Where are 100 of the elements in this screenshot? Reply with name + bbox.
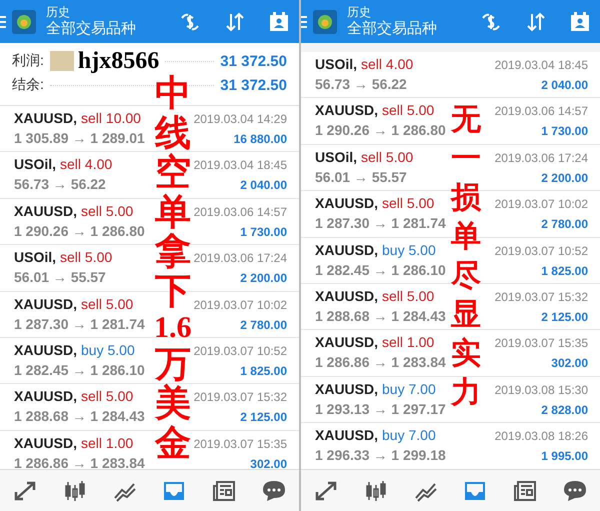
trade-time: 2019.03.06 17:24 (194, 251, 287, 266)
app-logo-icon (12, 10, 36, 34)
trade-symbol: XAUUSD, (315, 288, 378, 304)
currency-exchange-icon[interactable] (480, 12, 502, 32)
chat-icon[interactable] (262, 480, 286, 502)
trade-time: 2019.03.08 18:26 (494, 429, 588, 444)
trade-volume: sell 5.00 (382, 102, 434, 118)
inbox-icon[interactable] (162, 480, 186, 502)
trade-profit: 2 780.00 (240, 318, 287, 332)
trade-symbol: XAUUSD, (14, 296, 78, 312)
trade-time: 2019.03.07 10:02 (194, 298, 287, 312)
trade-volume: sell 4.00 (60, 156, 112, 172)
trade-volume: sell 5.00 (382, 195, 434, 212)
summary-value: 31 372.50 (220, 52, 287, 70)
trade-prices: 1 288.68 → 1 284.43 (315, 308, 446, 324)
trade-volume: sell 5.00 (60, 249, 112, 266)
symbol-filter[interactable]: 全部交易品种 (347, 20, 437, 38)
trade-symbol: XAUUSD, (315, 102, 378, 118)
trade-symbol: XAUUSD, (315, 334, 378, 350)
trade-symbol: XAUUSD, (315, 380, 378, 397)
candlestick-icon[interactable] (62, 480, 87, 502)
trade-time: 2019.03.06 17:24 (494, 150, 588, 165)
trade-time: 2019.03.07 15:35 (194, 436, 287, 451)
trade-prices: 1 287.30 → 1 281.74 (315, 215, 446, 232)
trade-volume: sell 1.00 (81, 434, 134, 451)
trade-volume: sell 5.00 (81, 388, 134, 404)
promo-text: 1.6 (154, 310, 192, 344)
trade-symbol: XAUUSD, (14, 342, 78, 358)
trade-profit: 2 040.00 (240, 178, 287, 192)
trade-time: 2019.03.07 15:32 (194, 390, 287, 404)
trade-prices: 56.73 → 56.22 (14, 176, 106, 192)
trade-time: 2019.03.07 10:52 (494, 244, 588, 258)
trade-symbol: USOil, (14, 156, 56, 172)
trade-volume: buy 5.00 (382, 242, 436, 258)
trade-profit: 2 040.00 (541, 78, 588, 92)
trade-profit: 2 200.00 (541, 170, 588, 185)
trade-arrows-icon[interactable] (314, 480, 338, 502)
trade-symbol: XAUUSD, (14, 388, 78, 404)
symbol-filter[interactable]: 全部交易品种 (46, 20, 136, 38)
sort-icon[interactable] (526, 12, 546, 32)
trade-volume: sell 5.00 (382, 288, 434, 304)
trade-profit: 1 825.00 (240, 364, 287, 378)
candlestick-icon[interactable] (364, 480, 388, 502)
trade-prices: 1 286.86 → 1 283.84 (315, 354, 446, 370)
trade-profit: 1 730.00 (541, 124, 588, 138)
trade-prices: 1 296.33 → 1 299.18 (315, 447, 446, 464)
trade-time: 2019.03.07 10:02 (494, 197, 588, 212)
trade-time: 2019.03.07 15:32 (494, 290, 588, 304)
summary-label: 结余: (12, 76, 44, 94)
trade-prices: 1 305.89 → 1 289.01 (14, 130, 145, 146)
calendar-person-icon[interactable] (570, 12, 590, 32)
trade-time: 2019.03.08 15:30 (494, 382, 588, 397)
newspaper-icon[interactable] (513, 480, 538, 502)
trade-symbol: USOil, (315, 56, 358, 72)
trade-symbol: XAUUSD, (14, 110, 78, 126)
trade-profit: 302.00 (250, 456, 287, 469)
trade-time: 2019.03.07 15:35 (494, 336, 588, 350)
contact-id-text: hjx8566 (78, 48, 160, 74)
trade-prices: 56.01 → 55.57 (315, 168, 407, 185)
sort-icon[interactable] (225, 12, 245, 32)
newspaper-icon[interactable] (212, 480, 236, 502)
promo-text: 中线空单拿下 (154, 73, 191, 311)
trade-prices: 1 293.13 → 1 297.17 (315, 400, 446, 417)
screen-title: 历史 (347, 6, 371, 20)
promo-text: 无一损单尽显实力 (451, 102, 481, 411)
trade-prices: 1 287.30 → 1 281.74 (14, 316, 145, 332)
promo-text: 万美金 (154, 344, 191, 462)
trade-profit: 2 780.00 (541, 217, 588, 232)
trade-profit: 2 828.00 (541, 402, 588, 417)
trade-time: 2019.03.07 10:52 (194, 344, 287, 358)
trade-prices: 1 282.45 → 1 286.10 (14, 362, 145, 378)
trade-profit: 2 125.00 (240, 410, 287, 424)
inbox-icon[interactable] (463, 480, 488, 502)
trade-profit: 1 825.00 (541, 264, 588, 278)
app-logo-icon (313, 10, 337, 34)
menu-icon[interactable] (301, 14, 307, 28)
trade-profit: 1 730.00 (240, 224, 287, 239)
avatar-placeholder (50, 51, 74, 71)
trade-volume: buy 7.00 (382, 427, 436, 444)
trade-profit: 16 880.00 (234, 132, 287, 146)
trade-profit: 2 200.00 (240, 271, 287, 286)
summary-value: 31 372.50 (220, 76, 287, 94)
trade-profit: 302.00 (551, 356, 588, 370)
trade-symbol: XAUUSD, (14, 202, 78, 219)
menu-icon[interactable] (0, 14, 6, 28)
trade-volume: sell 5.00 (81, 202, 134, 219)
summary-label: 利润: (12, 52, 44, 70)
currency-exchange-icon[interactable] (179, 12, 201, 32)
trade-profit: 2 125.00 (541, 310, 588, 324)
trade-time: 2019.03.04 14:29 (194, 112, 287, 126)
trade-prices: 1 288.68 → 1 284.43 (14, 408, 145, 424)
trade-arrows-icon[interactable] (12, 480, 37, 502)
trade-volume: sell 5.00 (81, 296, 134, 312)
chat-icon[interactable] (563, 480, 588, 502)
trade-volume: buy 7.00 (382, 380, 436, 397)
trade-time: 2019.03.06 14:57 (494, 104, 588, 118)
trade-symbol: USOil, (315, 148, 358, 165)
trade-symbol: XAUUSD, (14, 434, 78, 451)
calendar-person-icon[interactable] (269, 12, 289, 32)
trade-symbol: XAUUSD, (315, 427, 378, 444)
